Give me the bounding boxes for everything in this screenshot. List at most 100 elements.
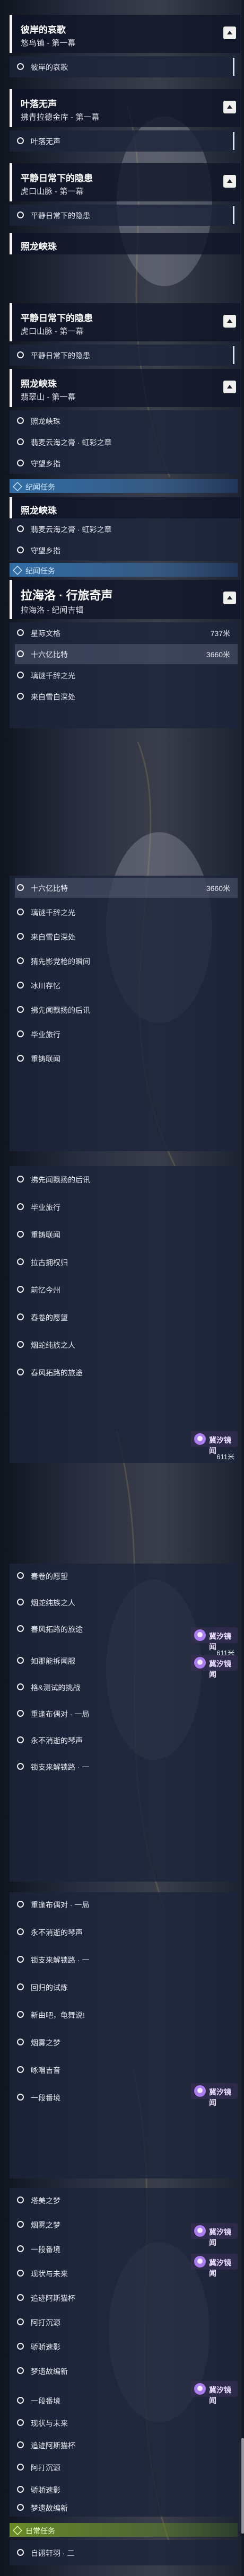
- objective-item[interactable]: 追迹阿斯猫杯: [15, 2288, 238, 2308]
- objective-item[interactable]: 回归的试炼: [15, 1977, 238, 1997]
- avatar-icon: [194, 1657, 206, 1669]
- objective-item[interactable]: 星际文格 737米: [15, 623, 238, 643]
- objective-ring-icon: [17, 2367, 24, 2374]
- section-header[interactable]: 日常任务: [10, 2523, 238, 2537]
- objective-item[interactable]: 追迹阿斯猫杯: [15, 2435, 238, 2455]
- objective-item[interactable]: 锁支来解锁路 · 一: [15, 1757, 238, 1777]
- objective-item[interactable]: 十六亿比特 3660米: [15, 878, 238, 898]
- collapse-button[interactable]: [223, 175, 236, 188]
- section-header[interactable]: 纪闻任务: [10, 563, 238, 577]
- collapse-button[interactable]: [223, 27, 236, 39]
- scrollbar-thumb[interactable]: [241, 2438, 244, 2534]
- objective-item[interactable]: 冰川存忆: [15, 975, 238, 995]
- objective-item[interactable]: 锁支来解锁路 · 一: [15, 1949, 238, 1970]
- chevron-up-icon: [227, 31, 232, 34]
- tracker-name: 冀汐镜闻: [209, 1660, 231, 1679]
- quest-header[interactable]: 照龙峡珠: [10, 233, 240, 254]
- objective-item[interactable]: 彼岸的哀歌: [15, 57, 238, 77]
- objective-ring-icon: [17, 1657, 24, 1664]
- objective-item[interactable]: 翡麦云海之膏 · 虹彩之章: [15, 432, 238, 452]
- objective-item[interactable]: 拂先闻飘扬的后讯: [15, 1169, 238, 1189]
- objective-item[interactable]: 平静日常下的隐患: [15, 345, 238, 365]
- objective-item[interactable]: 璃谜千辞之光: [15, 902, 238, 922]
- objective-label: 来自雪白深处: [31, 693, 75, 701]
- objective-item[interactable]: 翡麦云海之膏 · 虹彩之章: [15, 519, 238, 539]
- tracker-badge[interactable]: 冀汐镜闻 611米: [191, 1431, 238, 1462]
- objective-item[interactable]: 梦遗故编新: [15, 2498, 238, 2518]
- objective-label: 如那能拆闻服: [31, 1657, 75, 1665]
- objective-item[interactable]: 永不消逝的琴声: [15, 1922, 238, 1942]
- objective-label: 永不消逝的琴声: [31, 1736, 83, 1745]
- collapse-button[interactable]: [223, 315, 236, 328]
- objective-item[interactable]: 猜先影党枪的瞬间: [15, 951, 238, 971]
- objective-item[interactable]: 毕业旅行: [15, 1024, 238, 1044]
- distance-label: 737米: [210, 629, 230, 638]
- tracker-badge[interactable]: 冀汐镜闻: [191, 2223, 238, 2254]
- objective-ring-icon: [17, 982, 24, 989]
- objective-item[interactable]: 毕业旅行: [15, 1197, 238, 1217]
- objective-item[interactable]: 来自雪白深处: [15, 927, 238, 947]
- collapse-button[interactable]: [223, 592, 236, 604]
- objective-item[interactable]: 拂先闻飘扬的后讯: [15, 1000, 238, 1020]
- objective-item[interactable]: 春卷的愿望: [15, 1307, 238, 1327]
- objective-item[interactable]: 现状与未来: [15, 2413, 238, 2433]
- tracker-badge[interactable]: 冀汐镜闻: [191, 1655, 238, 1686]
- objective-item[interactable]: 骄骄速影: [15, 2480, 238, 2500]
- objective-ring-icon: [17, 417, 24, 424]
- screen-4: 春卷的愿望 烟蛇纯族之人 春风拓路的旅途 如那能拆闻服 格&测试的挑战 重逢布偶…: [0, 1558, 244, 1887]
- tracker-badge[interactable]: 冀汐镜闻: [191, 2083, 238, 2114]
- objective-item[interactable]: 平静日常下的隐患: [15, 205, 238, 225]
- objective-item[interactable]: 重逢布偶对 · 一局: [15, 1894, 238, 1915]
- tracker-name: 冀汐镜闻: [209, 2386, 231, 2405]
- objective-item[interactable]: 璃谜千辞之光: [15, 665, 238, 685]
- tracker-badge[interactable]: 冀汐镜闻: [191, 2254, 238, 2284]
- objective-item[interactable]: 守望乡指: [15, 453, 238, 473]
- objective-item[interactable]: 自诩轩羽 · 二: [15, 2543, 238, 2563]
- objective-item[interactable]: 叶落无声: [15, 131, 238, 151]
- objective-ring-icon: [17, 2486, 24, 2493]
- objective-item[interactable]: 重铸联闻: [15, 1224, 238, 1245]
- objective-item[interactable]: 梦遗故编新: [15, 2361, 238, 2381]
- objective-item[interactable]: 春风拓路的旅途: [15, 1362, 238, 1382]
- avatar-icon: [194, 2383, 206, 2395]
- objective-item[interactable]: 来自雪白深处: [15, 686, 238, 707]
- quest-header[interactable]: 照龙峡珠: [10, 497, 240, 518]
- objective-item[interactable]: 十六亿比特 3660米: [15, 644, 238, 664]
- quest-header[interactable]: 照龙峡珠 翡翠山 - 第一幕: [10, 369, 240, 407]
- quest-header[interactable]: 平静日常下的隐患 虎口山脉 - 第一幕: [10, 163, 240, 201]
- quest-header[interactable]: 拉海洛 · 行旅奇声 拉海洛 - 纪闻吉辑: [10, 580, 240, 619]
- tracker-badge[interactable]: 冀汐镜闻 611米: [191, 1627, 238, 1658]
- section-label: 日常任务: [25, 2527, 55, 2535]
- objective-ring-icon: [17, 1928, 24, 1935]
- objective-item[interactable]: 烟雾之梦: [15, 2032, 238, 2052]
- objective-item[interactable]: 咏唱吉音: [15, 2060, 238, 2080]
- objective-item[interactable]: 前忆今州: [15, 1280, 238, 1300]
- objective-item[interactable]: 骄骄速影: [15, 2336, 238, 2357]
- objective-item[interactable]: 烟蛇纯族之人: [15, 1592, 238, 1612]
- selection-bar: [233, 346, 234, 364]
- objective-item[interactable]: 重铸联闻: [15, 1048, 238, 1069]
- collapse-button[interactable]: [223, 101, 236, 113]
- objective-item[interactable]: 新由吧，龟舞说!: [15, 2005, 238, 2025]
- objective-label: 追迹阿斯猫杯: [31, 2294, 75, 2302]
- objective-item[interactable]: 塔美之梦: [15, 2190, 238, 2210]
- objective-item[interactable]: 烟蛇纯族之人: [15, 1335, 238, 1355]
- objective-ring-icon: [17, 1055, 24, 1062]
- objective-item[interactable]: 照龙峡珠: [15, 411, 238, 431]
- quest-header[interactable]: 叶落无声 拂青拉德金库 - 第一幕: [10, 89, 240, 127]
- scrollbar[interactable]: [241, 0, 244, 2576]
- objective-item[interactable]: 拉古拥权归: [15, 1252, 238, 1272]
- quest-header[interactable]: 平静日常下的隐患 虎口山脉 - 第一幕: [10, 303, 240, 341]
- section-header[interactable]: 纪闻任务: [10, 479, 238, 493]
- objective-item[interactable]: 重逢布偶对 · 一局: [15, 1704, 238, 1724]
- collapse-button[interactable]: [223, 381, 236, 393]
- objective-item[interactable]: 守望乡指: [15, 540, 238, 560]
- objective-label: 梦遗故编新: [31, 2504, 68, 2512]
- objective-item[interactable]: 阿打沉源: [15, 2312, 238, 2332]
- objective-item[interactable]: 春卷的愿望: [15, 1566, 238, 1586]
- objective-item[interactable]: 永不消逝的琴声: [15, 1730, 238, 1750]
- tracker-badge[interactable]: 冀汐镜闻: [191, 2381, 238, 2412]
- avatar-icon: [194, 1629, 206, 1641]
- quest-header[interactable]: 彼岸的哀歌 悠鸟镇 - 第一幕: [10, 15, 240, 53]
- objective-item[interactable]: 阿打沉源: [15, 2457, 238, 2477]
